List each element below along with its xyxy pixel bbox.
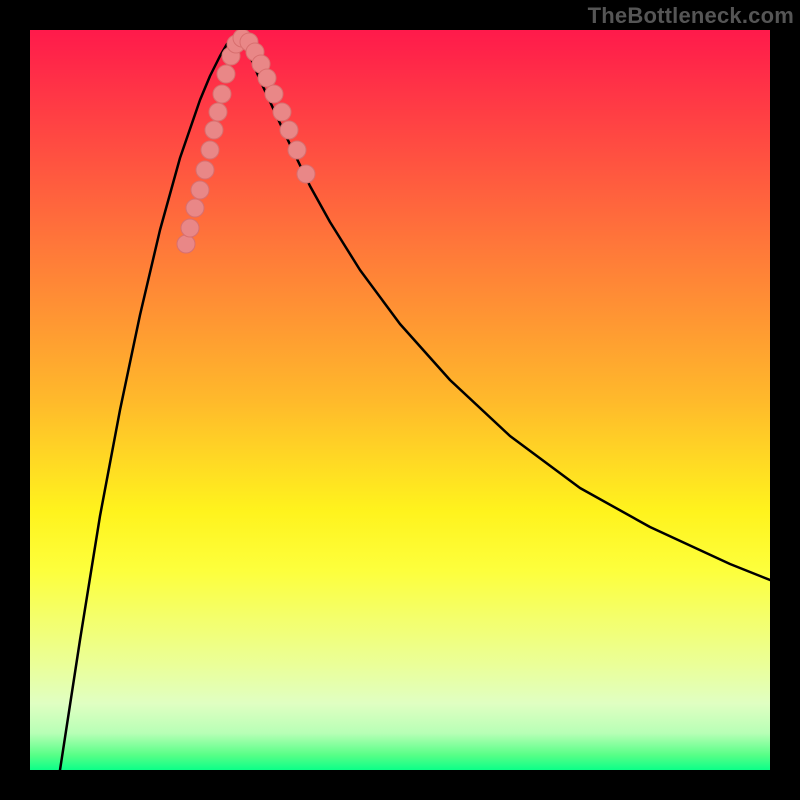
highlight-dot (273, 103, 291, 121)
highlight-dot (209, 103, 227, 121)
highlight-dot (288, 141, 306, 159)
highlight-dot (213, 85, 231, 103)
highlight-dot (201, 141, 219, 159)
bottleneck-curve (60, 32, 770, 770)
highlight-dot (280, 121, 298, 139)
plot-area (30, 30, 770, 770)
curve-right-branch (240, 32, 770, 580)
highlight-dot (186, 199, 204, 217)
highlight-dot (297, 165, 315, 183)
watermark-text: TheBottleneck.com (588, 3, 794, 29)
highlight-dot (258, 69, 276, 87)
highlight-dot (177, 235, 195, 253)
highlight-dot (265, 85, 283, 103)
highlight-dot (196, 161, 214, 179)
highlight-dot (205, 121, 223, 139)
highlight-dot (217, 65, 235, 83)
highlight-dot (191, 181, 209, 199)
highlight-dot (181, 219, 199, 237)
chart-frame: TheBottleneck.com (0, 0, 800, 800)
curves-layer (30, 30, 770, 770)
highlight-dots (177, 30, 315, 253)
